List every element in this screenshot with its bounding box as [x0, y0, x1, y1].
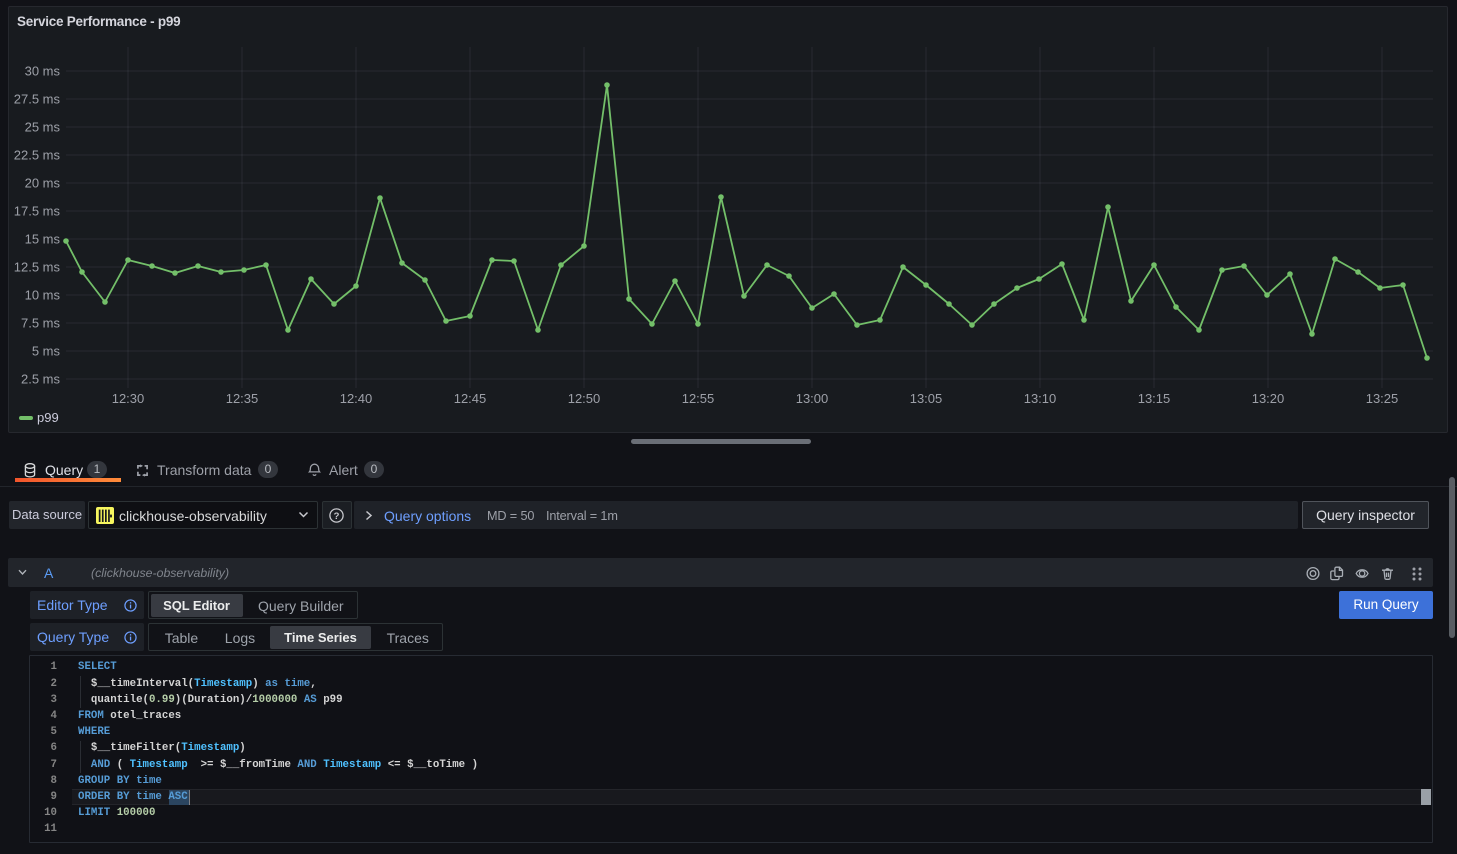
svg-text:12:30: 12:30 — [112, 391, 145, 406]
svg-text:27.5 ms: 27.5 ms — [14, 92, 61, 107]
svg-text:10 ms: 10 ms — [25, 288, 61, 303]
svg-text:30 ms: 30 ms — [25, 64, 61, 79]
svg-text:12:45: 12:45 — [454, 391, 487, 406]
svg-text:5 ms: 5 ms — [32, 344, 61, 359]
svg-text:12:40: 12:40 — [340, 391, 373, 406]
svg-text:12:35: 12:35 — [226, 391, 259, 406]
svg-text:13:20: 13:20 — [1252, 391, 1285, 406]
svg-text:13:15: 13:15 — [1138, 391, 1171, 406]
svg-text:12.5 ms: 12.5 ms — [14, 260, 61, 275]
svg-text:13:25: 13:25 — [1366, 391, 1399, 406]
svg-text:7.5 ms: 7.5 ms — [21, 316, 61, 331]
svg-text:2.5 ms: 2.5 ms — [21, 372, 61, 387]
svg-text:13:00: 13:00 — [796, 391, 829, 406]
svg-text:25 ms: 25 ms — [25, 120, 61, 135]
svg-text:12:50: 12:50 — [568, 391, 601, 406]
svg-text:?: ? — [334, 511, 340, 522]
svg-text:12:55: 12:55 — [682, 391, 715, 406]
svg-text:13:05: 13:05 — [910, 391, 943, 406]
svg-text:13:10: 13:10 — [1024, 391, 1057, 406]
svg-text:20 ms: 20 ms — [25, 176, 61, 191]
svg-text:22.5 ms: 22.5 ms — [14, 148, 61, 163]
svg-text:17.5 ms: 17.5 ms — [14, 204, 61, 219]
svg-text:15 ms: 15 ms — [25, 232, 61, 247]
